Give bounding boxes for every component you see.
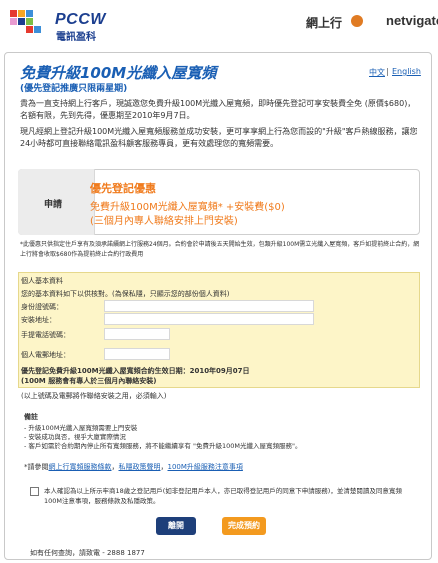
id-number-field [104,300,314,312]
offer-footnote: *此優惠只供指定住戶享有及須承諾續網上行服務24個月。合約會於申請後五天開始生效… [20,241,420,258]
intro-paragraph-1: 貴為一直支持網上行客戶，現誠邀您免費升級100M光纖入屋寬頻，即時優先登記可享安… [20,99,416,120]
page-subtitle: (優先登記推廣只限兩星期) [20,84,128,94]
partner-chinese-name: 網上行 [306,16,343,30]
netvigator-logo-icon [351,15,363,27]
install-address-field [104,313,314,325]
brand-subtitle: 電訊盈科 [56,32,96,43]
brand-name: PCCW [55,11,106,28]
offer-title: 優先登記優惠 [90,182,156,195]
agree-text: 本人確認為以上所示牢商18歲之登記用戶(如非登記用戶本人，亦已取得登記用戶的同意… [44,487,402,505]
mobile-label: 手提電話號碼： [21,331,70,339]
contract-effective-date: 優先登記免費升級100M光纖入屋寬頻合約生效日期：2010年09月07日 [21,367,250,375]
link-separator: ， [160,463,168,471]
notes-title: 備註 [24,413,38,421]
offer-install-note: (三個月內專人聯絡安排上門安裝) [90,216,238,227]
email-input[interactable] [104,348,170,360]
email-label: 個人電郵地址： [21,351,70,359]
upgrade-notes-link[interactable]: 100M升級服務注意事項 [168,463,243,471]
offer-description: 免費升級100M光纖入屋寬頻* +安裝費($0) [90,202,285,213]
link-separator: ， [111,463,119,471]
lang-chinese-link[interactable]: 中文 [369,67,385,78]
mobile-input[interactable] [104,328,170,340]
page-title: 免費升級100M光纖入屋寬頻 [20,64,217,82]
terms-link[interactable]: 網上行寬頻服務條款 [49,463,112,471]
form-instruction: 您的基本資料如下以供核對。(為保私隱，只顯示您的部份個人資料) [21,290,230,298]
lang-english-link[interactable]: English [392,67,421,76]
contact-info: 如有任何查詢，請致電 - 2888 1877 [30,549,145,557]
privacy-policy-link[interactable]: 私隱政策聲明 [119,463,161,471]
reference-prefix: *請參閱 [24,463,49,471]
leave-button[interactable]: 離開 [156,517,196,535]
complete-booking-button[interactable]: 完成預約 [222,517,266,535]
agree-checkbox[interactable] [30,487,39,496]
required-note: (以上號碼及電郵將作聯絡安裝之用，必須輸入) [21,392,167,400]
lang-separator: | [386,67,389,76]
basic-info-heading: 個人基本資料 [21,277,63,285]
install-contact-note: (100M 服務會有專人於三個月內聯絡安裝) [21,377,157,385]
apply-label: 申請 [44,200,63,210]
pccw-logo-icon [10,10,50,36]
note-item: - 客戶如需於合約期內停止所有寬頻服務，將不能繼續享有 "免費升級100M光纖入… [24,442,302,450]
reference-links: *請參閱網上行寬頻服務條款，私隱政策聲明，100M升級服務注意事項 [24,462,243,472]
id-number-label: 身份證號碼： [21,303,63,311]
install-address-label: 安裝地址： [21,316,56,324]
partner-name: netvigator [386,13,438,28]
intro-paragraph-2: 現凡經網上登記升級100M光纖入屋寬頻服務並成功安裝，更可享享網上行為您而設的"… [20,127,418,148]
